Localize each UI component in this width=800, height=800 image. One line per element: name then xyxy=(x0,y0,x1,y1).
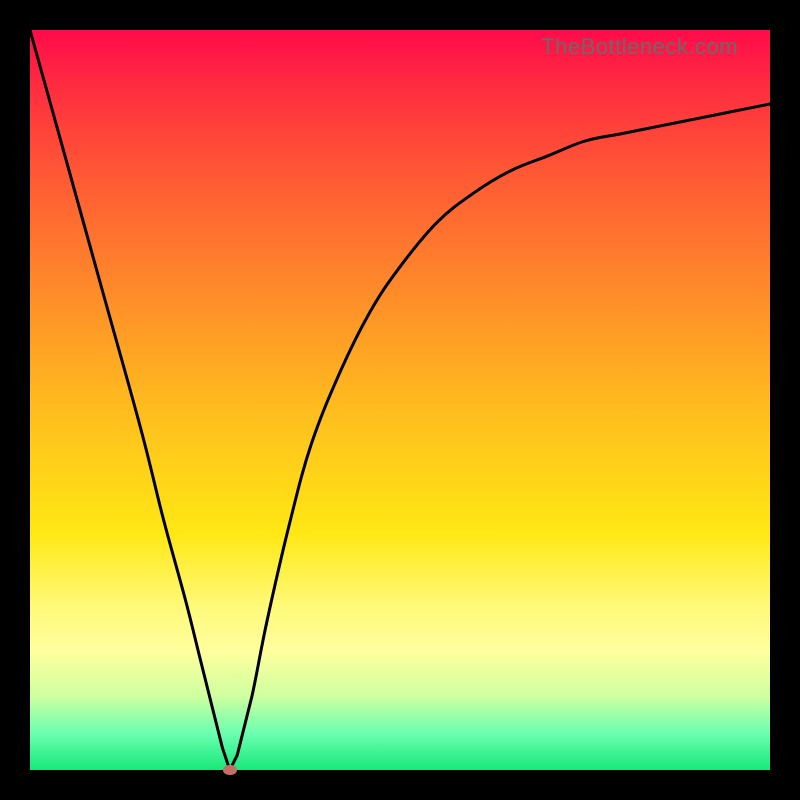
chart-frame: TheBottleneck.com xyxy=(0,0,800,800)
plot-area: TheBottleneck.com xyxy=(30,30,770,770)
curve-path xyxy=(30,30,770,770)
bottleneck-curve xyxy=(30,30,770,770)
minimum-marker xyxy=(223,765,237,775)
